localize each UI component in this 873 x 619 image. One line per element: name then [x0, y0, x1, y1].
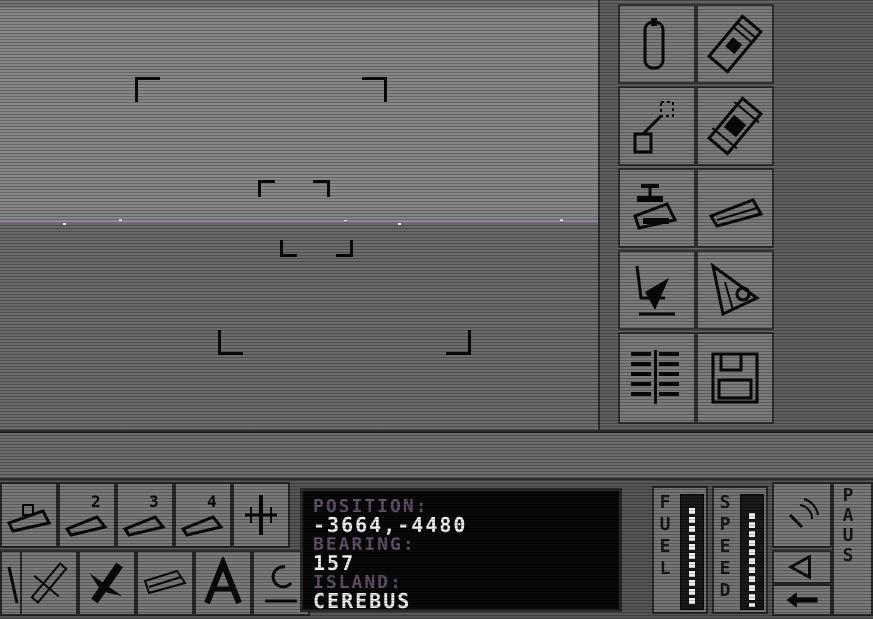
radio-signal-icon[interactable]	[772, 482, 832, 548]
aircraft-icon[interactable]	[20, 550, 78, 616]
side-panel	[598, 0, 873, 430]
boat-outline-icon[interactable]	[696, 168, 774, 248]
drone-launcher-icon[interactable]	[618, 168, 696, 248]
speed-gauge: SPEED	[712, 486, 768, 614]
manta-slot-icon[interactable]	[232, 482, 290, 548]
walrus-slot-4[interactable]: 4	[174, 482, 232, 548]
speaker-icon[interactable]	[772, 550, 832, 584]
fuel-gauge: FUEL	[652, 486, 708, 614]
slot-number: 4	[207, 492, 217, 511]
floppy-disk-icon[interactable]	[696, 332, 774, 424]
fuel-level-bar	[689, 508, 695, 607]
speed-label: SPEED	[719, 492, 731, 601]
bearing-value: 157	[313, 551, 356, 575]
target-bracket-outer-bl	[218, 330, 243, 355]
position-value: -3664,-4480	[313, 513, 468, 537]
periscope-icon[interactable]	[618, 86, 696, 166]
walrus-slot-2[interactable]: 2	[58, 482, 116, 548]
info-panel: POSITION: -3664,-4480 BEARING: 157 ISLAN…	[300, 488, 622, 612]
target-bracket-inner-br	[336, 240, 353, 257]
radar-dish-icon[interactable]	[618, 250, 696, 330]
hud: 2 3 4 POSITION: -3664,-4480 BEARING: 157…	[0, 478, 873, 619]
divider-strip	[0, 430, 873, 481]
walrus-vehicle-icon[interactable]	[618, 4, 696, 84]
bearing-label: BEARING:	[313, 534, 416, 555]
game-screen: 2 3 4 POSITION: -3664,-4480 BEARING: 157…	[0, 0, 873, 619]
arrow-back-icon[interactable]	[772, 584, 832, 616]
target-bracket-inner-tl	[258, 180, 275, 197]
fuel-track	[680, 494, 704, 610]
missile-pod-icon[interactable]	[696, 4, 774, 84]
walrus-slot-3[interactable]: 3	[116, 482, 174, 548]
pause-label: PAUS	[842, 485, 854, 566]
laser-cannon-icon[interactable]	[696, 250, 774, 330]
speed-track	[740, 494, 764, 610]
carrier-icon[interactable]	[0, 482, 58, 548]
walrus-outline-icon[interactable]	[136, 550, 194, 616]
speed-level-bar	[749, 513, 755, 607]
target-bracket-inner-tr	[313, 180, 330, 197]
autopilot-a-icon[interactable]	[194, 550, 252, 616]
target-bracket-outer-tr	[362, 77, 387, 102]
manta-aircraft-icon[interactable]	[78, 550, 136, 616]
damaged-pod-icon[interactable]	[696, 86, 774, 166]
tally-map-icon[interactable]	[618, 332, 696, 424]
target-bracket-outer-tl	[135, 77, 160, 102]
slot-number: 2	[91, 492, 101, 511]
pause-button[interactable]: PAUS	[832, 482, 873, 616]
target-bracket-outer-br	[446, 330, 471, 355]
slot-number: 3	[149, 492, 159, 511]
fuel-label: FUEL	[659, 492, 671, 579]
target-bracket-inner-bl	[280, 240, 297, 257]
island-value: CEREBUS	[313, 589, 412, 613]
